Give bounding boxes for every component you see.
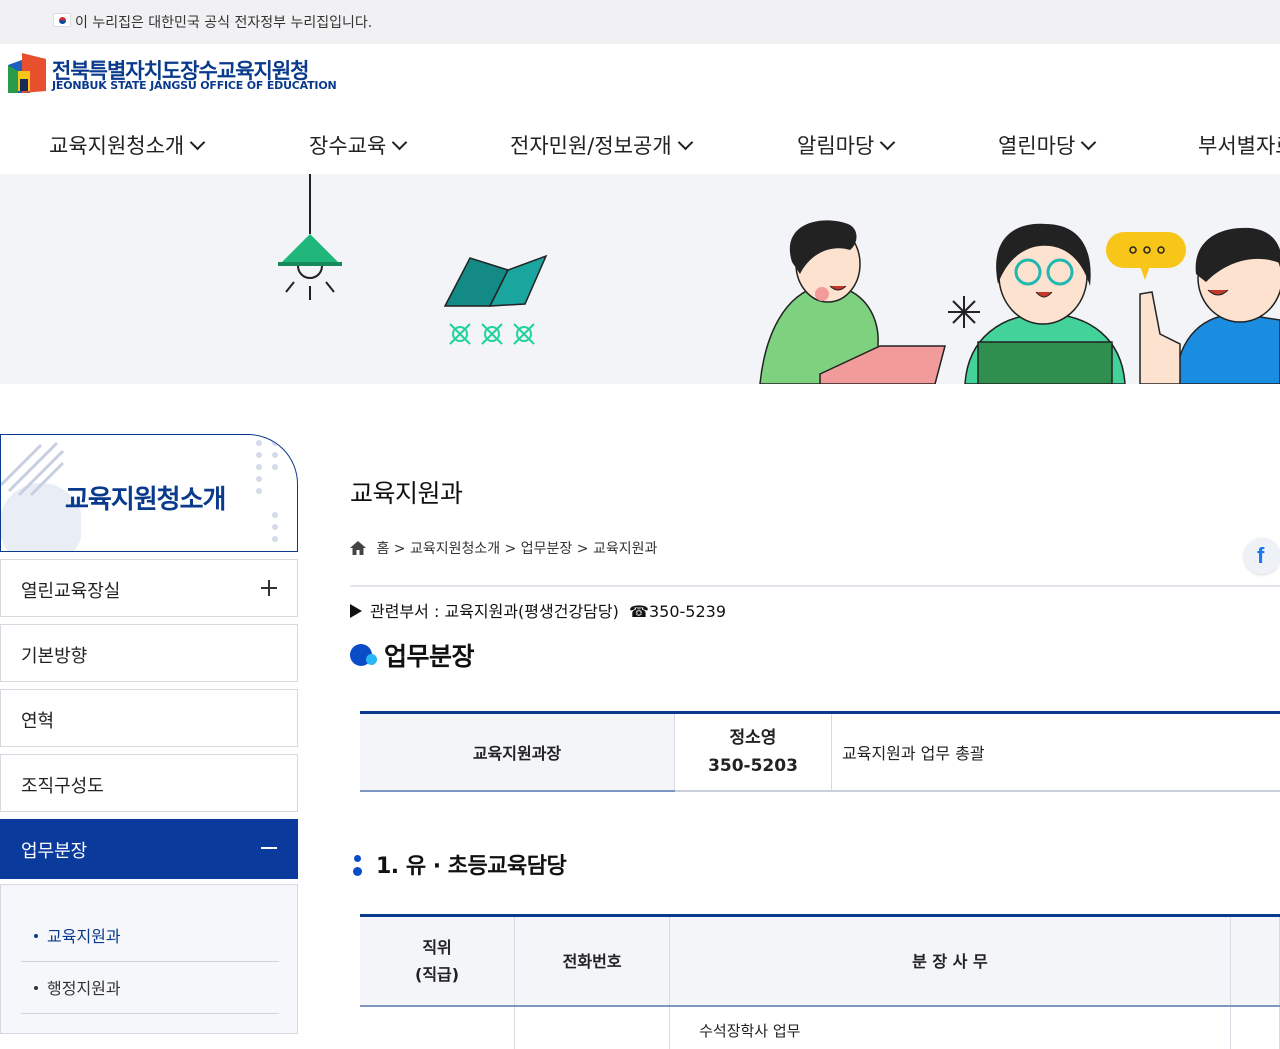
gnb-label: 교육지원청소개	[49, 134, 184, 158]
home-icon[interactable]	[350, 541, 366, 555]
bullet-icon	[34, 986, 38, 990]
sidebar-header: 교육지원청소개	[0, 434, 298, 552]
subsection-title-text: 1. 유 · 초등교육담당	[376, 854, 566, 879]
sidebar-item-label: 조직구성도	[21, 772, 104, 798]
gnb-item-open[interactable]: 열린마당	[998, 130, 1094, 160]
chevron-down-icon	[880, 135, 896, 151]
gnb-label: 장수교육	[309, 134, 386, 158]
col-duties: 분 장 사 무	[670, 916, 1231, 1007]
facebook-icon: f	[1257, 543, 1264, 569]
visual-banner	[0, 174, 1280, 384]
col-position: 직위(직급)	[360, 916, 515, 1007]
col-phone: 전화번호	[515, 916, 670, 1007]
submenu-item-education-support[interactable]: 교육지원과	[21, 909, 279, 962]
head-position: 교육지원과장	[360, 713, 675, 792]
sidebar-item-label: 연혁	[21, 707, 54, 733]
gnb-item-dept[interactable]: 부서별자료	[1198, 130, 1280, 160]
cell	[1230, 1006, 1279, 1049]
head-name: 정소영	[676, 724, 830, 752]
related-phone: ☎350-5239	[629, 602, 726, 621]
breadcrumb: 홈 > 교육지원청소개 > 업무분장 > 교육지원과	[350, 538, 657, 558]
sidebar-title: 교육지원청소개	[65, 479, 225, 516]
col-position-label: 직위(직급)	[361, 934, 513, 988]
bullet-icon	[34, 934, 38, 938]
section-title: 업무분장	[350, 637, 474, 673]
korea-flag-icon	[53, 13, 71, 27]
gnb-item-intro[interactable]: 교육지원청소개	[49, 130, 203, 160]
related-department-text: 관련부서 : 교육지원과(평생건강담당)	[370, 602, 619, 621]
divider	[350, 585, 1280, 587]
main-navigation: 교육지원청소개 장수교육 전자민원/정보공개 알림마당 열린마당 부서별자료	[0, 120, 1280, 174]
sidebar-item-duties[interactable]: 업무분장	[0, 819, 298, 879]
gnb-item-notice[interactable]: 알림마당	[797, 130, 893, 160]
table-row: 수석장학사 업무	[360, 1006, 1280, 1049]
sidebar-item-organization[interactable]: 조직구성도	[0, 754, 298, 812]
minus-icon[interactable]	[261, 847, 277, 849]
sidebar-item-label: 기본방향	[21, 642, 87, 668]
gov-notice-bar: 이 누리집은 대한민국 공식 전자정부 누리집입니다.	[0, 0, 1280, 44]
triangle-right-icon	[350, 604, 362, 618]
children-reading-illustration	[0, 174, 1280, 384]
subsection-title: 1. 유 · 초등교육담당	[352, 848, 566, 880]
section-title-text: 업무분장	[384, 642, 474, 671]
facebook-share-button[interactable]: f	[1244, 538, 1280, 574]
cell	[515, 1006, 670, 1049]
gnb-item-jangsu[interactable]: 장수교육	[309, 130, 405, 160]
chevron-down-icon	[190, 135, 206, 151]
sidebar-item-education-chief[interactable]: 열린교육장실	[0, 559, 298, 617]
sidebar-dots-icon	[251, 435, 291, 545]
sidebar-item-basic-direction[interactable]: 기본방향	[0, 624, 298, 682]
head-table: 교육지원과장 정소영 350-5203 교육지원과 업무 총괄	[360, 711, 1280, 792]
gov-notice-text: 이 누리집은 대한민국 공식 전자정부 누리집입니다.	[75, 12, 372, 32]
breadcrumb-current: 교육지원과	[593, 541, 657, 557]
sidebar-submenu: 교육지원과 행정지원과	[0, 884, 298, 1034]
related-department: 관련부서 : 교육지원과(평생건강담당) ☎350-5239	[350, 598, 726, 622]
sidebar-item-label: 업무분장	[21, 837, 87, 863]
cell-duty: 수석장학사 업무	[670, 1006, 1231, 1049]
table-row: 교육지원과장 정소영 350-5203 교육지원과 업무 총괄	[360, 713, 1280, 792]
col-position-line: 직위	[361, 934, 513, 961]
head-tel: 350-5203	[676, 752, 830, 780]
table-header-row: 직위(직급) 전화번호 분 장 사 무	[360, 916, 1280, 1007]
duty-text: 수석장학사 업무	[671, 1008, 1229, 1041]
head-contact: 정소영 350-5203	[675, 713, 832, 792]
cell	[360, 1006, 515, 1049]
breadcrumb-item[interactable]: 교육지원청소개	[410, 541, 500, 557]
chevron-down-icon	[677, 135, 693, 151]
chevron-down-icon	[392, 135, 408, 151]
section-bullet-icon	[350, 644, 378, 668]
gnb-label: 알림마당	[797, 134, 874, 158]
gnb-label: 부서별자료	[1198, 134, 1280, 158]
breadcrumb-item[interactable]: 업무분장	[521, 541, 573, 557]
submenu-label: 교육지원과	[47, 927, 121, 946]
sidebar-item-label: 열린교육장실	[21, 577, 120, 603]
logo-icon[interactable]	[8, 53, 46, 95]
submenu-label: 행정지원과	[47, 979, 121, 998]
gnb-label: 열린마당	[998, 134, 1075, 158]
gnb-label: 전자민원/정보공개	[510, 134, 672, 158]
col-position-line: (직급)	[361, 961, 513, 988]
col-extra	[1230, 916, 1279, 1007]
subsection-bullet-icon	[352, 853, 362, 877]
logo-title-en[interactable]: JEONBUK STATE JANGSU OFFICE OF EDUCATION	[52, 79, 336, 92]
duty-table: 직위(직급) 전화번호 분 장 사 무 수석장학사 업무	[360, 914, 1280, 1049]
head-duty: 교육지원과 업무 총괄	[832, 713, 1280, 792]
submenu-item-admin-support[interactable]: 행정지원과	[21, 961, 279, 1014]
breadcrumb-home[interactable]: 홈	[376, 541, 389, 557]
page-title: 교육지원과	[350, 474, 463, 510]
sidebar-item-history[interactable]: 연혁	[0, 689, 298, 747]
chevron-down-icon	[1081, 135, 1097, 151]
plus-icon[interactable]	[261, 580, 277, 596]
gnb-item-civil[interactable]: 전자민원/정보공개	[510, 130, 691, 160]
